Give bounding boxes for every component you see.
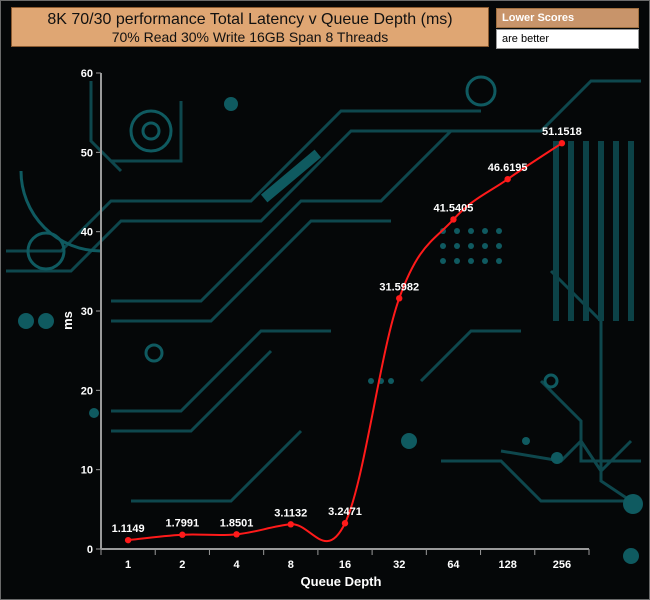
data-point bbox=[124, 536, 132, 544]
x-tick-label: 2 bbox=[179, 559, 185, 571]
y-tick-label: 40 bbox=[81, 227, 93, 239]
y-tick-label: 10 bbox=[81, 465, 93, 477]
y-axis-title: ms bbox=[59, 311, 75, 330]
data-point bbox=[179, 531, 186, 538]
y-tick-label: 30 bbox=[81, 306, 93, 318]
data-point bbox=[233, 531, 240, 538]
x-tick-label: 64 bbox=[447, 559, 460, 571]
data-label: 1.7991 bbox=[166, 518, 200, 530]
x-tick-label: 16 bbox=[339, 559, 351, 571]
data-label: 3.2471 bbox=[328, 506, 362, 518]
data-point bbox=[287, 521, 294, 528]
y-tick-label: 50 bbox=[81, 147, 93, 159]
plot-area: 0 10 20 30 40 50 60 1 2 4 8 16 32 64 128 256 1.1149 1.799… bbox=[81, 68, 590, 571]
data-label: 41.5405 bbox=[434, 202, 474, 214]
x-tick-label: 8 bbox=[288, 559, 294, 571]
data-label: 51.1518 bbox=[542, 126, 582, 138]
data-point bbox=[504, 175, 511, 183]
x-tick-label: 128 bbox=[498, 559, 516, 571]
data-label: 1.8501 bbox=[220, 517, 254, 529]
data-label: 31.5982 bbox=[379, 281, 419, 293]
x-tick-label: 256 bbox=[553, 559, 571, 571]
x-tick-label: 1 bbox=[125, 559, 131, 571]
data-label: 1.1149 bbox=[112, 523, 145, 535]
data-point bbox=[396, 295, 403, 302]
chart-container: 8K 70/30 performance Total Latency v Que… bbox=[0, 0, 650, 600]
data-label: 46.6195 bbox=[488, 162, 528, 174]
series-line bbox=[128, 142, 563, 543]
data-label: 3.1132 bbox=[274, 507, 307, 519]
x-tick-label: 32 bbox=[393, 559, 405, 571]
x-axis-title: Queue Depth bbox=[300, 574, 382, 589]
y-tick-label: 0 bbox=[87, 544, 93, 556]
x-tick-label: 4 bbox=[233, 559, 240, 571]
data-point bbox=[558, 139, 566, 147]
y-tick-label: 20 bbox=[81, 385, 93, 397]
y-tick-label: 60 bbox=[81, 68, 93, 80]
data-point bbox=[341, 520, 349, 527]
data-point bbox=[450, 216, 457, 223]
